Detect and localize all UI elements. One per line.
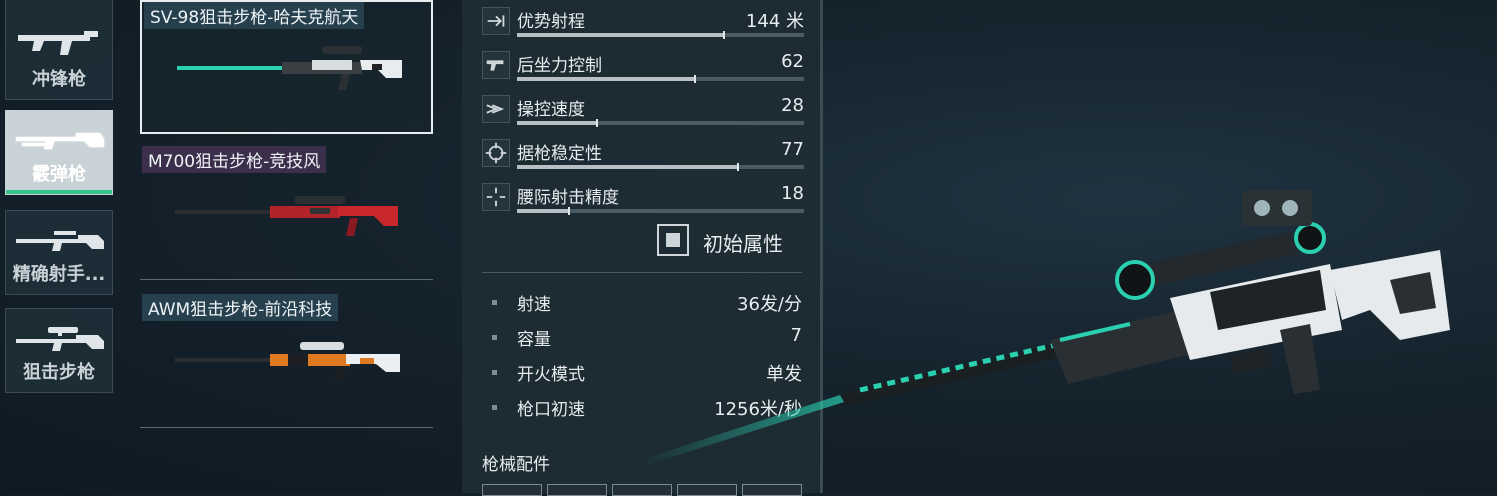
skin-card-awm[interactable]: AWM狙击步枪-前沿科技	[140, 294, 433, 428]
stat-recoil-control: 后坐力控制 62	[482, 47, 804, 87]
shotgun-icon	[16, 133, 104, 149]
attachment-slot[interactable]	[482, 484, 542, 496]
stat-bar-fill	[517, 77, 695, 81]
skin-name: SV-98狙击步枪-哈夫克航天	[144, 2, 365, 29]
stat-bar-fill	[517, 165, 738, 169]
hipfire-reticle-icon	[482, 183, 510, 211]
category-sniper-rifle[interactable]: 狙击步枪	[5, 308, 113, 393]
recoil-gun-icon	[482, 51, 510, 79]
trigger-guard	[1230, 348, 1272, 374]
skin-name: AWM狙击步枪-前沿科技	[142, 294, 339, 321]
attachment-slot[interactable]	[677, 484, 737, 496]
category-label: 霰弹枪	[32, 164, 86, 185]
list-divider	[140, 427, 433, 428]
category-shotgun[interactable]: 霰弹枪	[5, 110, 113, 195]
stat-bar	[517, 163, 804, 171]
handling-speed-icon	[482, 95, 510, 123]
category-marksman-rifle[interactable]: 精确射手...	[5, 210, 113, 295]
stat-bar-marker	[693, 75, 696, 83]
stat-handling-speed: 操控速度 28	[482, 91, 804, 131]
sv98-rifle-thumbnail	[177, 46, 402, 90]
attachment-slot[interactable]	[612, 484, 672, 496]
skin-card-m700[interactable]: M700狙击步枪-竞技风	[140, 146, 433, 280]
bullet-dot	[492, 405, 497, 410]
scope-lens	[1115, 260, 1155, 300]
attachment-slot[interactable]	[547, 484, 607, 496]
category-label: 冲锋枪	[32, 69, 86, 90]
scope-eyepiece	[1294, 222, 1326, 254]
stat-bar-fill	[517, 209, 569, 213]
stat-bar-fill	[517, 121, 598, 125]
sniper-rifle-icon	[16, 327, 104, 351]
attachments-heading: 枪械配件	[482, 455, 550, 475]
stat-bar-marker	[722, 31, 725, 39]
stat-bar	[517, 75, 804, 83]
skin-card-sv98[interactable]: SV-98狙击步枪-哈夫克航天	[140, 0, 433, 134]
smg-icon	[18, 31, 98, 55]
awm-rifle-thumbnail	[175, 342, 400, 382]
bullet-dot	[492, 300, 497, 305]
category-label: 狙击步枪	[23, 362, 95, 383]
stat-bar-fill	[517, 33, 724, 37]
bullet-dot	[492, 370, 497, 375]
stat-bar-marker	[596, 119, 599, 127]
stat-bar-marker	[567, 207, 570, 215]
marksman-rifle-icon	[16, 231, 104, 251]
category-smg[interactable]: 冲锋枪	[5, 0, 113, 100]
crosshair-icon	[482, 139, 510, 167]
stat-effective-range: 优势射程 144 米	[482, 3, 804, 43]
m700-rifle-thumbnail	[175, 196, 398, 236]
stat-bar-marker	[736, 163, 739, 171]
list-divider	[140, 279, 433, 280]
skin-name: M700狙击步枪-竞技风	[142, 146, 327, 173]
category-label: 精确射手...	[12, 264, 106, 285]
range-arrow-icon	[482, 7, 510, 35]
rangefinder	[1242, 190, 1312, 226]
attachment-slot[interactable]	[742, 484, 802, 496]
bullet-dot	[492, 335, 497, 340]
stat-stability: 据枪稳定性 77	[482, 135, 804, 175]
weapon-3d-preview[interactable]	[630, 180, 1460, 480]
barrel-glow	[640, 395, 844, 466]
stat-bar	[517, 31, 804, 39]
stat-bar	[517, 119, 804, 127]
